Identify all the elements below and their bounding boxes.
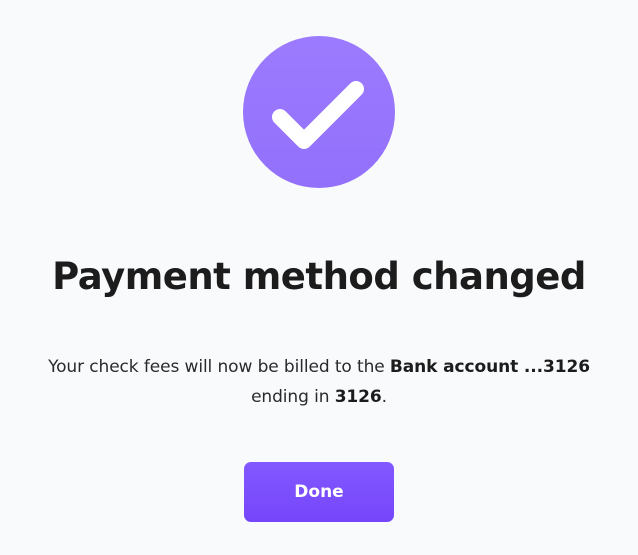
message-period: . — [381, 387, 387, 407]
message-line-2: ending in 3126. — [0, 382, 638, 412]
message-text-2: ending in — [251, 387, 335, 407]
done-button[interactable]: Done — [244, 462, 394, 522]
message-text-1: Your check fees will now be billed to th… — [48, 357, 390, 377]
dialog-message: Your check fees will now be billed to th… — [0, 352, 638, 412]
confirmation-dialog: Payment method changed Your check fees w… — [0, 0, 638, 555]
account-ending: 3126 — [334, 387, 382, 407]
message-line-1: Your check fees will now be billed to th… — [0, 352, 638, 382]
check-icon — [272, 81, 364, 149]
account-label: Bank account ...3126 — [389, 357, 590, 377]
success-badge — [243, 36, 395, 188]
dialog-title: Payment method changed — [52, 255, 586, 298]
